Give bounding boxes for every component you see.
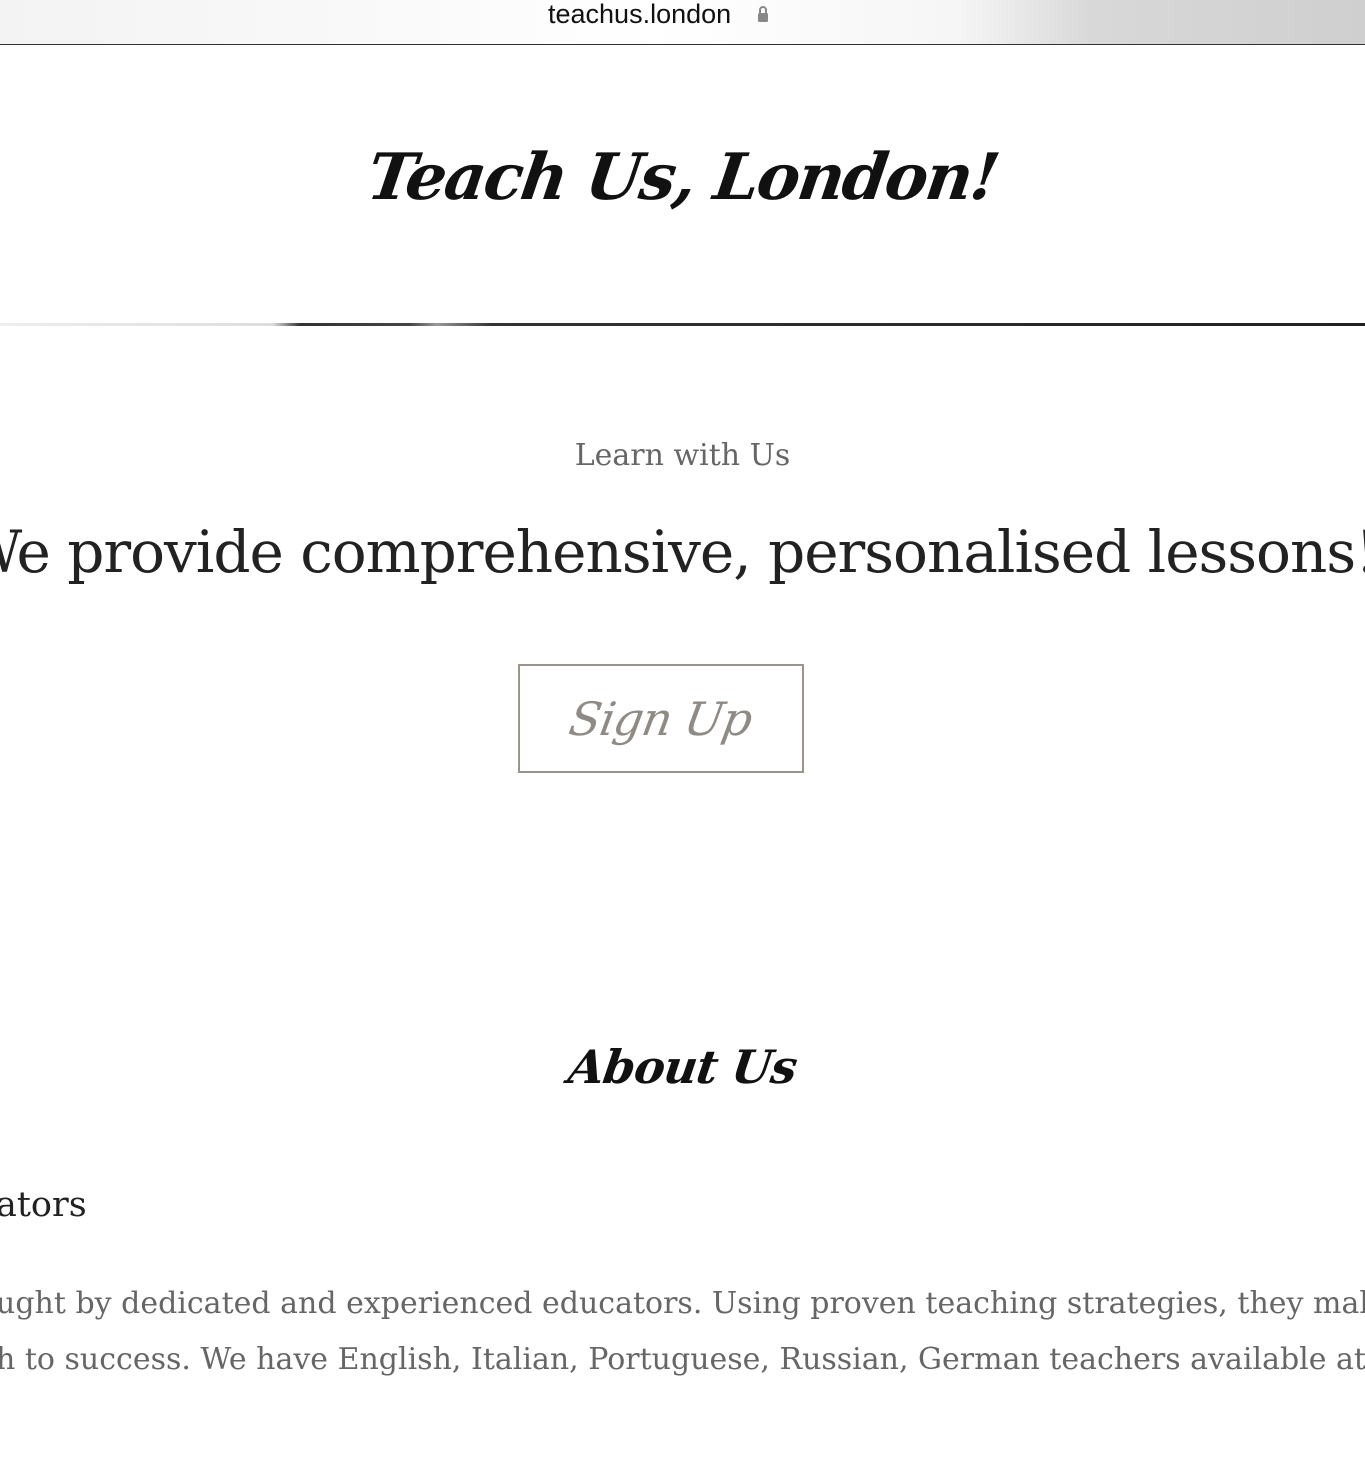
sign-up-button[interactable]: Sign Up: [518, 664, 804, 773]
hero-eyebrow: Learn with Us: [574, 438, 791, 473]
lock-icon: [758, 6, 768, 22]
about-heading: About Us: [565, 1040, 800, 1094]
about-body-line: ught by dedicated and experienced educat…: [0, 1286, 1365, 1321]
browser-address-bar[interactable]: teachus.london: [0, 0, 1365, 45]
header-divider: [0, 323, 1365, 326]
about-subheading: ators: [0, 1185, 87, 1225]
site-title[interactable]: Teach Us, London!: [0, 140, 1365, 215]
url-text[interactable]: teachus.london: [548, 0, 731, 30]
sign-up-label: Sign Up: [565, 691, 757, 746]
hero-heading: We provide comprehensive, personalised l…: [0, 518, 1365, 586]
about-body-line: h to success. We have English, Italian, …: [0, 1342, 1365, 1377]
